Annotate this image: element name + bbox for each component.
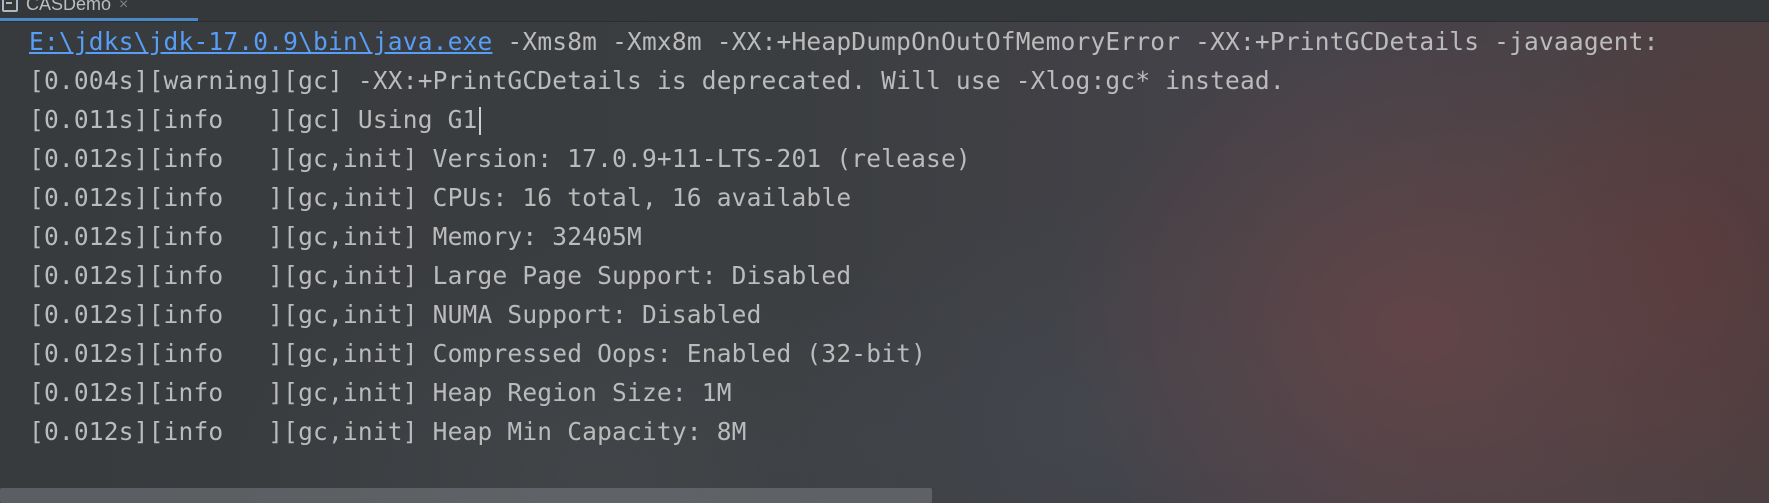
console-line: [0.012s][info ][gc,init] CPUs: 16 total,… xyxy=(29,183,852,212)
horizontal-scrollbar-thumb[interactable] xyxy=(0,488,932,503)
console-line: [0.012s][info ][gc,init] Large Page Supp… xyxy=(29,261,852,290)
tab-label: CASDemo xyxy=(26,0,112,14)
console-line-text: [0.011s][info ][gc] Using G1 xyxy=(29,105,478,134)
active-tab-indicator xyxy=(0,18,198,21)
console-line: [0.012s][info ][gc,init] Version: 17.0.9… xyxy=(29,144,971,173)
console-line: [0.012s][info ][gc,init] NUMA Support: D… xyxy=(29,300,762,329)
run-console-output[interactable]: E:\jdks\jdk-17.0.9\bin\java.exe -Xms8m -… xyxy=(0,21,1769,503)
console-line: [0.004s][warning][gc] -XX:+PrintGCDetail… xyxy=(29,66,1285,95)
console-line: [0.012s][info ][gc,init] Memory: 32405M xyxy=(29,222,642,251)
tab-casdemo[interactable]: CASDemo × xyxy=(0,0,202,18)
console-command-line: E:\jdks\jdk-17.0.9\bin\java.exe -Xms8m -… xyxy=(29,22,1659,61)
application-icon xyxy=(2,0,18,12)
console-line: [0.012s][info ][gc,init] Heap Min Capaci… xyxy=(29,417,747,446)
close-icon[interactable]: × xyxy=(119,0,128,13)
console-line: [0.012s][info ][gc,init] Compressed Oops… xyxy=(29,339,927,368)
command-args: -Xms8m -Xmx8m -XX:+HeapDumpOnOutOfMemory… xyxy=(492,27,1659,56)
console-line: [0.012s][info ][gc,init] Heap Region Siz… xyxy=(29,378,732,407)
editor-tab-strip: CASDemo × xyxy=(0,0,1769,22)
console-line: [0.011s][info ][gc] Using G1 xyxy=(29,100,481,139)
text-cursor xyxy=(478,107,481,135)
java-executable-link[interactable]: E:\jdks\jdk-17.0.9\bin\java.exe xyxy=(29,27,492,56)
